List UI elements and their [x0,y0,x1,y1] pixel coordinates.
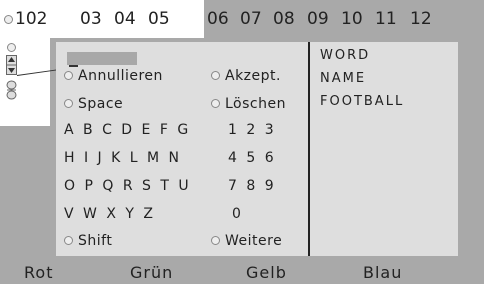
accept-button[interactable]: Akzept. [211,68,281,84]
letter-row-2[interactable]: H I J K L M N [64,150,180,166]
color-key-bar [0,260,484,284]
cancel-button[interactable]: Annullieren [64,68,163,84]
up-down-arrows-icon [6,55,17,75]
page-number-11[interactable]: 11 [375,9,397,29]
page-number-04[interactable]: 04 [114,9,136,29]
delete-button[interactable]: Löschen [211,96,286,112]
green-key-label[interactable]: Grün [130,263,173,282]
digit-row-1[interactable]: 1 2 3 [228,122,275,138]
option-dot-icon [211,235,220,245]
text-cursor [69,65,78,67]
digit-row-3[interactable]: 7 8 9 [228,178,275,194]
panel-divider [308,42,310,256]
blue-key-label[interactable]: Blau [363,263,402,282]
page-number-03[interactable]: 03 [80,9,102,29]
page-number-12[interactable]: 12 [410,9,432,29]
page-number-05[interactable]: 05 [148,9,170,29]
page-number-09[interactable]: 09 [307,9,329,29]
digit-row-4[interactable]: 0 [232,206,242,222]
page-number-08[interactable]: 08 [273,9,295,29]
page-number-06[interactable]: 06 [207,9,229,29]
word-list-item[interactable]: FOOTBALL [320,94,404,109]
option-dot-icon [64,98,73,108]
letter-row-1[interactable]: A B C D E F G [64,122,189,138]
letter-row-3[interactable]: O P Q R S T U [64,178,190,194]
current-page-number: 102 [15,9,48,29]
shift-button[interactable]: Shift [64,233,112,249]
option-dot-icon [64,70,73,80]
more-button[interactable]: Weitere [211,233,282,249]
option-dot-icon [211,98,220,108]
word-list-item[interactable]: NAME [320,71,366,86]
yellow-key-label[interactable]: Gelb [246,263,287,282]
page-number-10[interactable]: 10 [341,9,363,29]
page-number-07[interactable]: 07 [240,9,262,29]
text-input-field[interactable] [67,52,137,65]
digit-row-2[interactable]: 4 5 6 [228,150,275,166]
page-indicator-icon [4,15,13,24]
option-dot-icon [211,70,220,80]
volume-scroll-icon [6,80,17,100]
space-button[interactable]: Space [64,96,123,112]
red-key-label[interactable]: Rot [24,263,53,282]
word-list-item[interactable]: WORD [320,48,370,63]
letter-row-4[interactable]: V W X Y Z [64,206,154,222]
ok-dot-icon [7,43,16,52]
option-dot-icon [64,235,73,245]
